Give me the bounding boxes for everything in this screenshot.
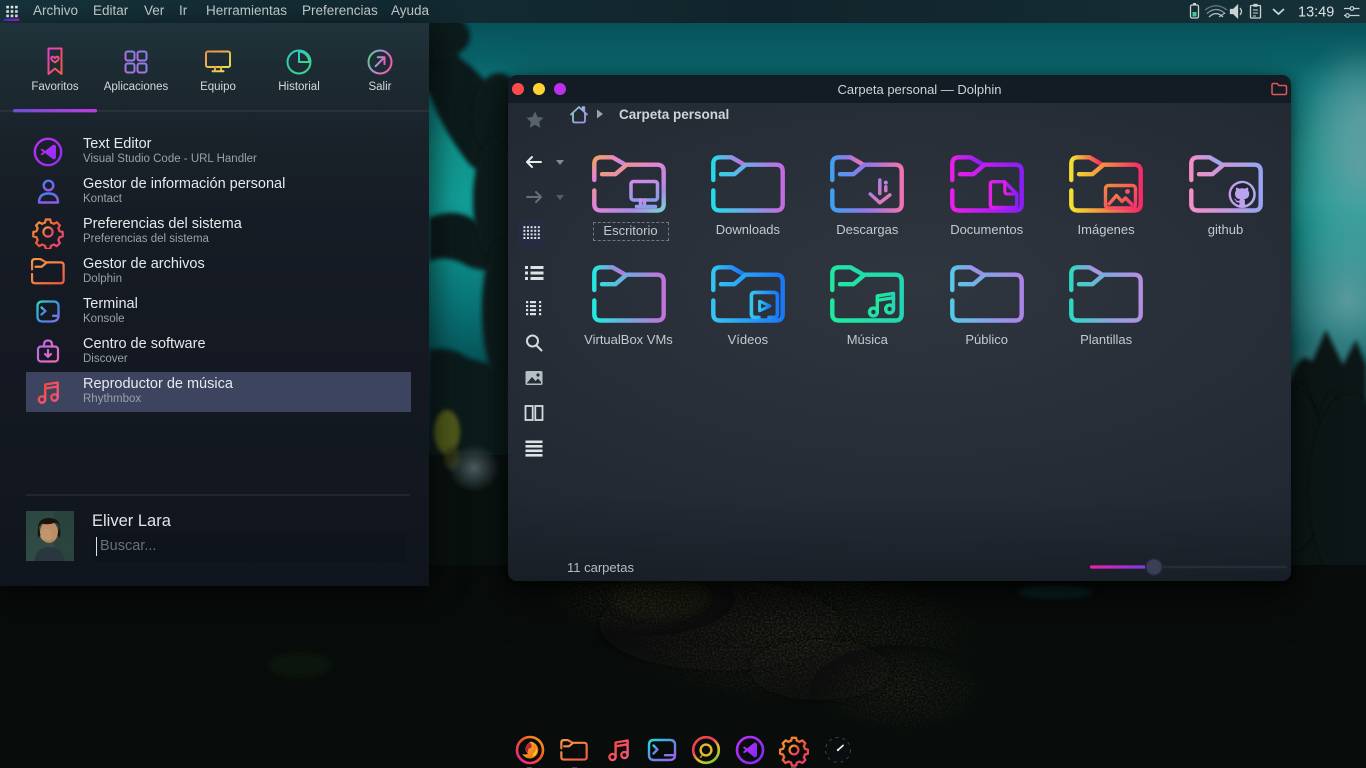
- svg-text:13:49: 13:49: [1298, 5, 1334, 21]
